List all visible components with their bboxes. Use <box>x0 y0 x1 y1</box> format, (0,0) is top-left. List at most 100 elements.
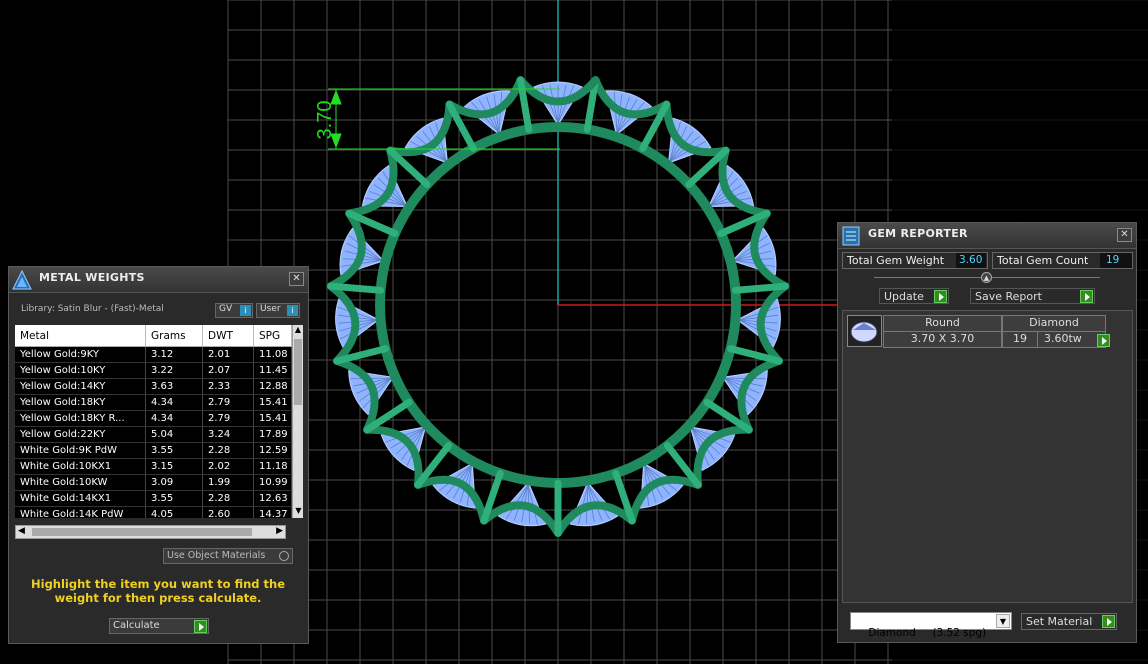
table-cell: Yellow Gold:18KY R... <box>15 411 146 426</box>
use-object-materials-label: Use Object Materials <box>167 550 266 561</box>
material-select[interactable]: Diamond (3.52 spg) ▼ <box>850 612 1012 639</box>
column-header-dwt[interactable]: DWT <box>203 325 254 346</box>
calculate-button[interactable]: Calculate <box>109 618 209 634</box>
table-cell: 3.55 <box>146 443 203 458</box>
table-cell: 3.22 <box>146 363 203 378</box>
prong <box>327 282 385 294</box>
gem-detail-arrow-icon[interactable] <box>1097 334 1110 347</box>
table-cell: 2.28 <box>203 491 254 506</box>
gem-reporter-titlebar[interactable]: GEM REPORTER ✕ <box>838 223 1136 249</box>
gem-weight: 3.60tw <box>1037 331 1106 348</box>
table-cell: 17.89 <box>254 427 292 442</box>
table-cell: 11.18 <box>254 459 292 474</box>
scroll-up-icon[interactable]: ▲ <box>293 325 303 337</box>
table-cell: 4.34 <box>146 395 203 410</box>
table-row[interactable]: Yellow Gold:14KY 3.63 2.33 12.88 <box>15 379 292 395</box>
table-cell: 3.24 <box>203 427 254 442</box>
metal-weights-titlebar[interactable]: METAL WEIGHTS ✕ <box>9 267 308 293</box>
set-material-label: Set Material <box>1026 615 1093 628</box>
gv-label: GV <box>219 304 233 314</box>
table-cell: Yellow Gold:14KY <box>15 379 146 394</box>
info-icon: i <box>287 305 298 316</box>
table-row[interactable]: Yellow Gold:18KY 4.34 2.79 15.41 <box>15 395 292 411</box>
table-cell: 3.63 <box>146 379 203 394</box>
metal-weights-panel: METAL WEIGHTS ✕ Library: Satin Blur - (F… <box>8 266 309 644</box>
metal-table-body: Yellow Gold:9KY 3.12 2.01 11.08 Yellow Gold:… <box>15 347 292 518</box>
table-cell: 4.34 <box>146 411 203 426</box>
play-arrow-icon <box>1080 290 1093 303</box>
table-cell: 2.01 <box>203 347 254 362</box>
metal-table-header: Metal Grams DWT SPG <box>15 325 292 347</box>
report-icon <box>842 226 860 246</box>
scroll-down-icon[interactable]: ▼ <box>293 506 304 518</box>
table-row[interactable]: Yellow Gold:18KY R... 4.34 2.79 15.41 <box>15 411 292 427</box>
dimension-label: 3.70 <box>314 101 336 140</box>
gem-reporter-panel: GEM REPORTER ✕ Total Gem Weight 3.60 Tot… <box>837 222 1137 643</box>
play-arrow-icon <box>194 620 207 633</box>
close-icon[interactable]: ✕ <box>289 272 304 286</box>
table-cell: 12.88 <box>254 379 292 394</box>
scroll-thumb[interactable] <box>294 339 302 405</box>
update-button[interactable]: Update <box>879 288 949 304</box>
table-cell: 3.12 <box>146 347 203 362</box>
gem-row[interactable]: Round Diamond 3.70 X 3.70 19 3.60tw <box>847 315 1110 349</box>
horizontal-scrollbar[interactable]: ◀ ▶ <box>15 525 286 539</box>
table-cell: 2.79 <box>203 411 254 426</box>
table-cell: 3.09 <box>146 475 203 490</box>
metal-table[interactable]: Metal Grams DWT SPG Yellow Gold:9KY 3.12 2… <box>15 325 292 518</box>
table-cell: Yellow Gold:10KY <box>15 363 146 378</box>
scroll-right-icon[interactable]: ▶ <box>276 526 283 536</box>
vertical-scrollbar[interactable]: ▲ ▼ <box>292 325 303 518</box>
table-row[interactable]: Yellow Gold:22KY 5.04 3.24 17.89 <box>15 427 292 443</box>
flask-icon <box>12 269 32 290</box>
set-material-button[interactable]: Set Material <box>1021 613 1117 630</box>
table-cell: Yellow Gold:18KY <box>15 395 146 410</box>
gem-material: Diamond <box>1002 315 1106 332</box>
table-row[interactable]: White Gold:10KX1 3.15 2.02 11.18 <box>15 459 292 475</box>
save-report-label: Save Report <box>975 290 1042 303</box>
save-report-button[interactable]: Save Report <box>970 288 1095 304</box>
table-cell: 2.07 <box>203 363 254 378</box>
close-icon[interactable]: ✕ <box>1117 228 1132 242</box>
table-cell: 2.79 <box>203 395 254 410</box>
table-cell: White Gold:14K PdW <box>15 507 146 518</box>
table-cell: White Gold:10KW <box>15 475 146 490</box>
table-row[interactable]: White Gold:14K PdW 4.05 2.60 14.37 <box>15 507 292 518</box>
table-cell: 4.05 <box>146 507 203 518</box>
column-header-grams[interactable]: Grams <box>146 325 203 346</box>
table-row[interactable]: White Gold:9K PdW 3.55 2.28 12.59 <box>15 443 292 459</box>
column-header-metal[interactable]: Metal <box>15 325 146 346</box>
table-cell: 11.08 <box>254 347 292 362</box>
table-cell: 12.63 <box>254 491 292 506</box>
gem-list: Round Diamond 3.70 X 3.70 19 3.60tw <box>842 310 1133 603</box>
table-row[interactable]: Yellow Gold:10KY 3.22 2.07 11.45 <box>15 363 292 379</box>
table-cell: 11.45 <box>254 363 292 378</box>
total-gem-weight-value: 3.60 <box>956 253 986 268</box>
play-arrow-icon <box>934 290 947 303</box>
update-label: Update <box>884 290 924 303</box>
table-row[interactable]: White Gold:14KX1 3.55 2.28 12.63 <box>15 491 292 507</box>
gem-cut: Round <box>883 315 1002 332</box>
table-cell: 3.15 <box>146 459 203 474</box>
round-gem-icon <box>847 315 882 347</box>
table-cell: 12.59 <box>254 443 292 458</box>
table-row[interactable]: Yellow Gold:9KY 3.12 2.01 11.08 <box>15 347 292 363</box>
table-cell: 1.99 <box>203 475 254 490</box>
table-cell: 5.04 <box>146 427 203 442</box>
use-object-materials-checkbox[interactable]: Use Object Materials <box>163 548 293 564</box>
table-cell: White Gold:9K PdW <box>15 443 146 458</box>
table-cell: 2.02 <box>203 459 254 474</box>
table-cell: White Gold:10KX1 <box>15 459 146 474</box>
table-row[interactable]: White Gold:10KW 3.09 1.99 10.99 <box>15 475 292 491</box>
table-cell: 3.55 <box>146 491 203 506</box>
gv-toggle[interactable]: GV i <box>215 303 253 318</box>
column-header-spg[interactable]: SPG <box>254 325 292 346</box>
gem-count: 19 <box>1002 331 1038 348</box>
scroll-thumb-h[interactable] <box>32 528 252 536</box>
user-toggle[interactable]: User i <box>256 303 300 318</box>
splitter-grip-icon[interactable]: ▲ <box>981 272 992 283</box>
table-cell: 10.99 <box>254 475 292 490</box>
scroll-left-icon[interactable]: ◀ <box>18 526 25 536</box>
table-cell: 2.33 <box>203 379 254 394</box>
gem-size: 3.70 X 3.70 <box>883 331 1002 348</box>
